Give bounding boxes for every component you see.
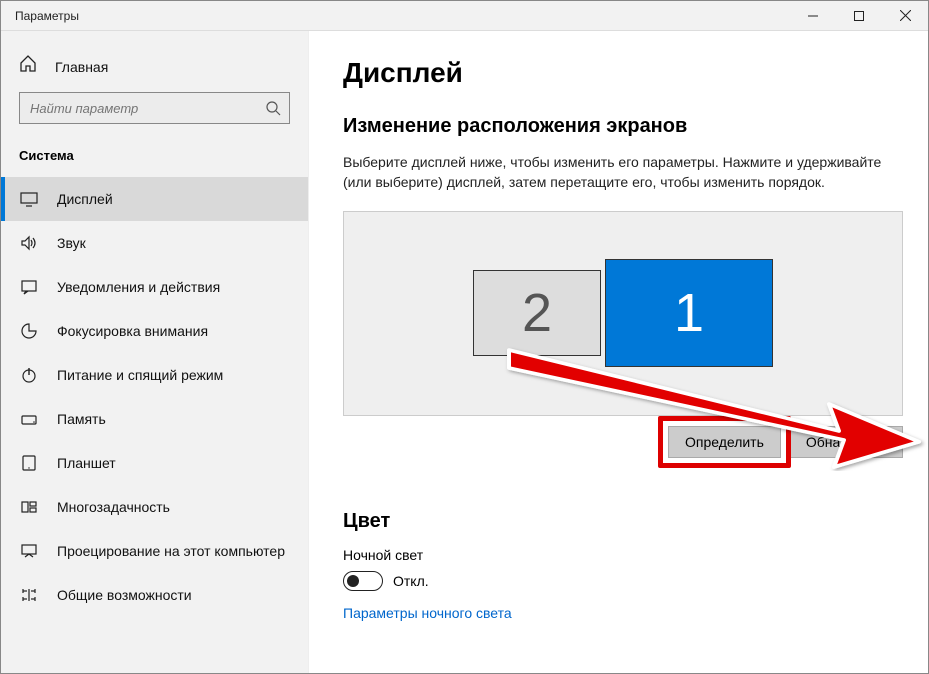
display-button-row: Определить Обнаружить — [343, 426, 903, 458]
section-heading: Изменение расположения экранов — [343, 115, 928, 138]
identify-button[interactable]: Определить — [668, 426, 781, 458]
shared-icon — [19, 586, 39, 604]
maximize-button[interactable] — [836, 1, 882, 31]
sidebar-item-shared[interactable]: Общие возможности — [1, 573, 308, 617]
home-link[interactable]: Главная — [1, 45, 308, 92]
monitor-1[interactable]: 1 — [605, 259, 773, 367]
sidebar-item-tablet[interactable]: Планшет — [1, 441, 308, 485]
sidebar-item-notifications[interactable]: Уведомления и действия — [1, 265, 308, 309]
window-body: Главная Система Дисплей Звук — [1, 31, 928, 673]
sidebar-item-label: Уведомления и действия — [57, 279, 220, 295]
power-icon — [19, 366, 39, 384]
search-wrap — [19, 92, 290, 124]
window-title: Параметры — [1, 9, 790, 23]
page-title: Дисплей — [343, 57, 928, 89]
main-content: Дисплей Изменение расположения экранов В… — [309, 31, 928, 673]
sidebar-item-display[interactable]: Дисплей — [1, 177, 308, 221]
home-label: Главная — [55, 59, 108, 75]
titlebar: Параметры — [1, 1, 928, 31]
sidebar-item-multitasking[interactable]: Многозадачность — [1, 485, 308, 529]
sidebar-item-label: Планшет — [57, 455, 116, 471]
home-icon — [19, 55, 37, 78]
sidebar-item-label: Проецирование на этот компьютер — [57, 543, 285, 559]
sidebar-item-focus[interactable]: Фокусировка внимания — [1, 309, 308, 353]
close-button[interactable] — [882, 1, 928, 31]
sidebar-item-projecting[interactable]: Проецирование на этот компьютер — [1, 529, 308, 573]
identify-button-wrap: Определить — [668, 426, 781, 458]
storage-icon — [19, 410, 39, 428]
search-icon — [265, 100, 281, 116]
display-icon — [19, 190, 39, 208]
night-light-toggle-row: Откл. — [343, 571, 928, 591]
display-arrangement-area[interactable]: 2 1 — [343, 211, 903, 416]
sidebar-item-sound[interactable]: Звук — [1, 221, 308, 265]
sidebar-item-label: Фокусировка внимания — [57, 323, 208, 339]
search-input[interactable] — [19, 92, 290, 124]
settings-window: Параметры Главная — [0, 0, 929, 674]
sidebar: Главная Система Дисплей Звук — [1, 31, 309, 673]
tablet-icon — [19, 454, 39, 472]
night-light-settings-link[interactable]: Параметры ночного света — [343, 605, 928, 621]
focus-icon — [19, 322, 39, 340]
night-light-toggle[interactable] — [343, 571, 383, 591]
sidebar-section-title: Система — [1, 140, 308, 177]
sidebar-item-label: Память — [57, 411, 106, 427]
detect-button[interactable]: Обнаружить — [789, 426, 903, 458]
sidebar-item-label: Дисплей — [57, 191, 113, 207]
sidebar-item-label: Общие возможности — [57, 587, 192, 603]
sidebar-item-power[interactable]: Питание и спящий режим — [1, 353, 308, 397]
toggle-knob — [347, 575, 359, 587]
sound-icon — [19, 234, 39, 252]
monitor-2[interactable]: 2 — [473, 270, 601, 356]
sidebar-item-label: Питание и спящий режим — [57, 367, 223, 383]
night-light-label: Ночной свет — [343, 547, 928, 563]
projecting-icon — [19, 542, 39, 560]
sidebar-item-label: Звук — [57, 235, 86, 251]
toggle-state-label: Откл. — [393, 573, 429, 589]
color-section-title: Цвет — [343, 510, 928, 533]
sidebar-item-label: Многозадачность — [57, 499, 170, 515]
multitasking-icon — [19, 498, 39, 516]
minimize-button[interactable] — [790, 1, 836, 31]
notifications-icon — [19, 278, 39, 296]
section-description: Выберите дисплей ниже, чтобы изменить ег… — [343, 152, 903, 193]
search-field[interactable] — [30, 101, 265, 116]
sidebar-item-storage[interactable]: Память — [1, 397, 308, 441]
